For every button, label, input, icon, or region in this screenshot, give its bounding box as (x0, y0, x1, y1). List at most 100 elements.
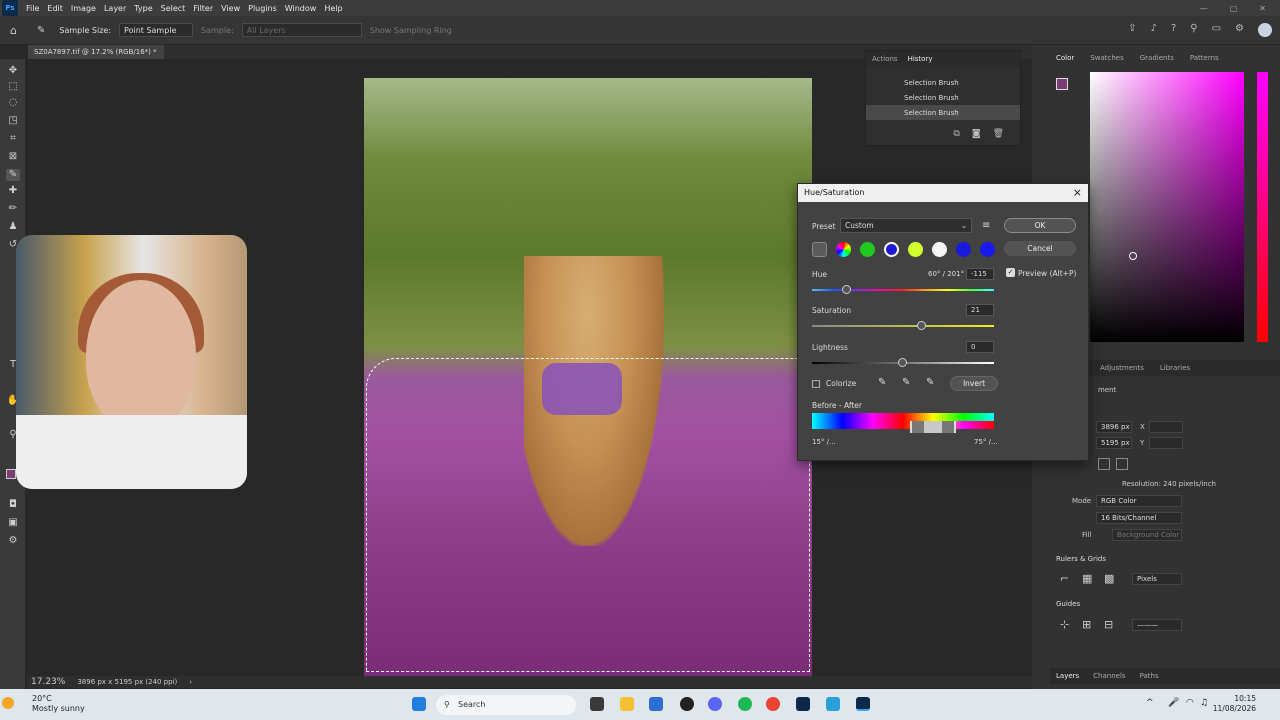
clock[interactable]: 10:15 11/08/2026 (1213, 694, 1256, 714)
bit-depth-select[interactable]: 16 Bits/Channel (1096, 512, 1182, 524)
ok-button[interactable]: OK (1004, 218, 1076, 233)
avatar[interactable] (1258, 23, 1272, 37)
canvas-size-icon[interactable] (1098, 458, 1110, 470)
menu-window[interactable]: Window (281, 4, 321, 13)
history-item[interactable] (866, 67, 1020, 75)
tab-actions[interactable]: Actions (872, 55, 898, 63)
weather-widget[interactable]: 20°C Mostly sunny (32, 694, 85, 714)
guide-style-select[interactable]: ——— (1132, 619, 1182, 631)
history-item[interactable]: Selection Brush (866, 90, 1020, 105)
quick-mask-icon[interactable]: ◘ (6, 499, 20, 511)
help-icon[interactable]: ? (1171, 23, 1176, 37)
height-field[interactable]: 5195 px (1096, 437, 1132, 449)
hue-slider-track[interactable] (812, 289, 994, 291)
tab-paths[interactable]: Paths (1140, 672, 1159, 680)
color-range-swatch[interactable] (980, 242, 995, 257)
outlook-icon[interactable] (649, 697, 663, 711)
object-select-tool-icon[interactable]: ◳ (6, 115, 20, 127)
status-arrow-icon[interactable]: › (189, 678, 192, 686)
preview-checkbox[interactable]: ✓ (1006, 268, 1015, 277)
color-range-swatch[interactable] (908, 242, 923, 257)
pixel-grid-icon[interactable]: ▩ (1104, 572, 1114, 585)
move-tool-icon[interactable]: ✥ (6, 65, 20, 77)
tab-patterns[interactable]: Patterns (1190, 54, 1219, 62)
eyedropper-tool-icon[interactable]: ✎ (37, 25, 45, 36)
share-icon[interactable]: ⇪ (1128, 23, 1136, 37)
menu-view[interactable]: View (217, 4, 244, 13)
x-field[interactable] (1149, 421, 1183, 433)
master-swatch[interactable] (836, 242, 851, 257)
color-picker-cursor[interactable] (1129, 252, 1137, 260)
colorize-checkbox[interactable] (812, 380, 820, 388)
menu-image[interactable]: Image (67, 4, 100, 13)
tab-history[interactable]: History (908, 55, 933, 63)
edit-toolbar-icon[interactable]: ⚙ (6, 535, 20, 547)
y-field[interactable] (1149, 437, 1183, 449)
discord-icon[interactable] (708, 697, 722, 711)
microphone-icon[interactable]: 🎤 (1168, 698, 1179, 708)
home-icon[interactable]: ⌂ (10, 24, 17, 37)
trash-icon[interactable]: 🗑 (993, 129, 1004, 139)
lightroom-icon[interactable] (796, 697, 810, 711)
tab-libraries[interactable]: Libraries (1160, 364, 1190, 372)
rulers-grids-header[interactable]: Rulers & Grids (1056, 555, 1106, 563)
guide-add-icon[interactable]: ⊹ (1060, 618, 1069, 631)
mode-select[interactable]: RGB Color (1096, 495, 1182, 507)
stamp-tool-icon[interactable]: ♟ (6, 221, 20, 233)
tab-channels[interactable]: Channels (1093, 672, 1125, 680)
snapshot-icon[interactable]: ◙ (972, 129, 981, 139)
saturation-slider-track[interactable] (812, 325, 994, 327)
preset-select[interactable]: Custom ⌄ (840, 218, 972, 233)
volume-icon[interactable]: ♫ (1200, 698, 1208, 708)
color-range-slider[interactable] (910, 421, 956, 433)
menu-file[interactable]: File (22, 4, 43, 13)
sample-size-select[interactable]: Point Sample (119, 23, 194, 37)
color-range-swatch[interactable] (860, 242, 875, 257)
menu-help[interactable]: Help (320, 4, 346, 13)
task-view-icon[interactable] (590, 697, 604, 711)
color-range-swatch[interactable] (956, 242, 971, 257)
maximize-icon[interactable]: ▢ (1230, 4, 1238, 13)
eyedropper-plus-icon[interactable]: ✎ (902, 377, 910, 388)
tab-layers[interactable]: Layers (1056, 672, 1079, 680)
saturation-slider-thumb[interactable] (917, 321, 926, 330)
screen-mode-icon[interactable]: ▣ (6, 517, 20, 529)
settings-icon[interactable]: ⚙ (1235, 23, 1244, 37)
dialog-close-icon[interactable]: × (1073, 186, 1082, 199)
sample-select[interactable]: All Layers (241, 23, 362, 37)
foreground-swatch[interactable] (1056, 78, 1068, 90)
hand-target-icon[interactable] (812, 242, 827, 257)
show-sampling-ring[interactable]: Show Sampling Ring (370, 26, 452, 35)
menu-plugins[interactable]: Plugins (244, 4, 281, 13)
zoom-level[interactable]: 17.23% (31, 677, 65, 687)
cancel-button[interactable]: Cancel (1004, 241, 1076, 256)
grid-icon[interactable]: ▦ (1082, 572, 1092, 585)
history-item-current[interactable]: Selection Brush (866, 105, 1020, 120)
invert-button[interactable]: Invert (950, 376, 998, 391)
foreground-color-swatch[interactable] (6, 469, 16, 479)
lightness-value-field[interactable]: 0 (966, 341, 994, 353)
document-tab[interactable]: SZ0A7897.tif @ 17.2% (RGB/16*) * (28, 45, 164, 59)
menu-type[interactable]: Type (130, 4, 156, 13)
search-icon[interactable]: ⚲ (1190, 23, 1197, 37)
eyedropper-icon[interactable]: ✎ (878, 377, 886, 388)
eyedropper-minus-icon[interactable]: ✎ (926, 377, 934, 388)
github-icon[interactable] (680, 697, 694, 711)
eyedropper-tool-icon[interactable]: ✎ (6, 169, 20, 181)
guides-header[interactable]: Guides (1056, 600, 1080, 608)
hue-value-field[interactable]: -115 (966, 268, 994, 280)
image-size-icon[interactable] (1116, 458, 1128, 470)
bell-icon[interactable]: ♪ (1151, 23, 1157, 37)
minimize-icon[interactable]: — (1200, 4, 1208, 13)
lasso-tool-icon[interactable]: ◌ (6, 97, 20, 109)
menu-layer[interactable]: Layer (100, 4, 130, 13)
color-range-swatch-selected[interactable] (884, 242, 899, 257)
color-range-swatch[interactable] (932, 242, 947, 257)
spotify-icon[interactable] (738, 697, 752, 711)
tab-gradients[interactable]: Gradients (1140, 54, 1174, 62)
width-field[interactable]: 3896 px (1096, 421, 1132, 433)
tab-adjustments[interactable]: Adjustments (1100, 364, 1144, 372)
fill-select[interactable]: Background Color (1112, 529, 1182, 541)
color-range-center[interactable] (924, 421, 942, 433)
frame-tool-icon[interactable]: ⊠ (6, 151, 20, 163)
